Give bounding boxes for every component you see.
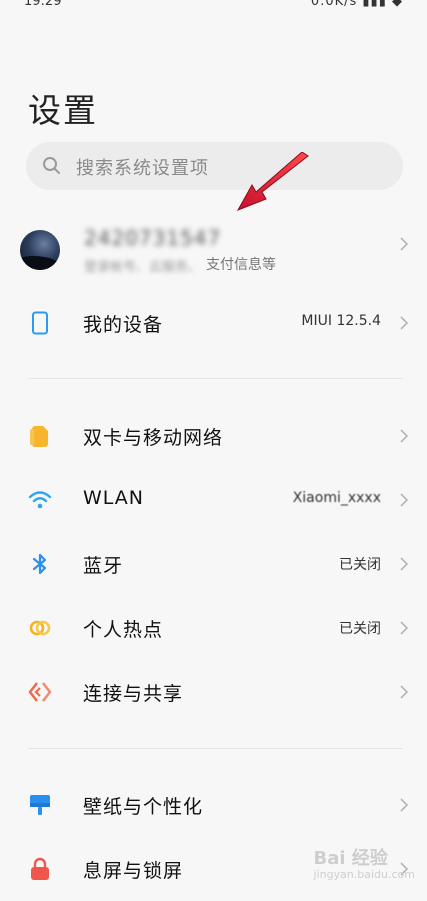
my-device-version: MIUI 12.5.4 bbox=[301, 313, 381, 329]
red-arrow-icon bbox=[236, 152, 309, 211]
wlan-row[interactable]: WLAN Xiaomi_xxxx bbox=[0, 468, 427, 532]
chevron-right-icon bbox=[400, 316, 409, 330]
divider bbox=[28, 378, 403, 379]
status-time: 19:29 bbox=[24, 0, 62, 9]
account-subtitle: 支付信息等 bbox=[206, 257, 276, 273]
hotspot-status: 已关闭 bbox=[339, 621, 381, 637]
connection-sharing-row[interactable]: 连接与共享 bbox=[0, 660, 427, 724]
chevron-right-icon bbox=[400, 557, 409, 571]
status-indicators: 0.0K/s ▮▮▮ ◆ bbox=[310, 0, 403, 9]
my-device-row[interactable]: 我的设备 MIUI 12.5.4 bbox=[0, 291, 427, 355]
chevron-right-icon bbox=[400, 429, 409, 443]
share-icon bbox=[28, 682, 52, 702]
chevron-right-icon bbox=[400, 237, 409, 251]
page-title: 设置 bbox=[28, 91, 98, 130]
account-subtitle-blurred: 登录帐号、云服务、 bbox=[84, 260, 202, 275]
row-label: 连接与共享 bbox=[83, 683, 184, 705]
row-label: 个人热点 bbox=[83, 619, 164, 641]
bluetooth-icon bbox=[32, 553, 47, 575]
wifi-icon bbox=[28, 491, 52, 509]
avatar bbox=[20, 230, 60, 270]
bluetooth-status: 已关闭 bbox=[339, 557, 381, 573]
chevron-right-icon bbox=[400, 685, 409, 699]
sidebar-item-dual-sim[interactable]: 双卡与移动网络 bbox=[0, 404, 427, 468]
row-label: 双卡与移动网络 bbox=[83, 427, 224, 449]
hotspot-row[interactable]: 个人热点 已关闭 bbox=[0, 596, 427, 660]
phone-icon bbox=[32, 311, 48, 335]
bluetooth-row[interactable]: 蓝牙 已关闭 bbox=[0, 532, 427, 596]
chevron-right-icon bbox=[400, 798, 409, 812]
row-label: WLAN bbox=[83, 487, 145, 509]
chevron-right-icon bbox=[400, 493, 409, 507]
divider bbox=[28, 748, 403, 749]
row-label: 壁纸与个性化 bbox=[83, 796, 204, 818]
lock-icon bbox=[31, 857, 49, 880]
my-device-label: 我的设备 bbox=[83, 314, 164, 336]
row-label: 蓝牙 bbox=[83, 555, 124, 577]
row-label: 息屏与锁屏 bbox=[83, 860, 184, 882]
wallpaper-row[interactable]: 壁纸与个性化 bbox=[0, 773, 427, 837]
wlan-network-name: Xiaomi_xxxx bbox=[292, 490, 381, 506]
hotspot-icon bbox=[29, 620, 51, 636]
baidu-watermark: Bai 经验 jingyan.baidu.com bbox=[313, 844, 415, 881]
watermark-main: Bai 经验 bbox=[313, 848, 388, 869]
watermark-sub: jingyan.baidu.com bbox=[313, 868, 415, 881]
search-placeholder: 搜索系统设置项 bbox=[76, 158, 209, 179]
wallpaper-icon bbox=[30, 795, 50, 815]
account-row[interactable]: 2420731547 登录帐号、云服务、 支付信息等 bbox=[0, 212, 427, 288]
chevron-right-icon bbox=[400, 621, 409, 635]
search-icon bbox=[43, 157, 60, 174]
search-bar[interactable]: 搜索系统设置项 bbox=[26, 142, 403, 190]
status-bar: 19:29 0.0K/s ▮▮▮ ◆ bbox=[0, 0, 427, 14]
account-name: 2420731547 bbox=[84, 226, 222, 250]
sim-card-icon bbox=[30, 426, 48, 447]
